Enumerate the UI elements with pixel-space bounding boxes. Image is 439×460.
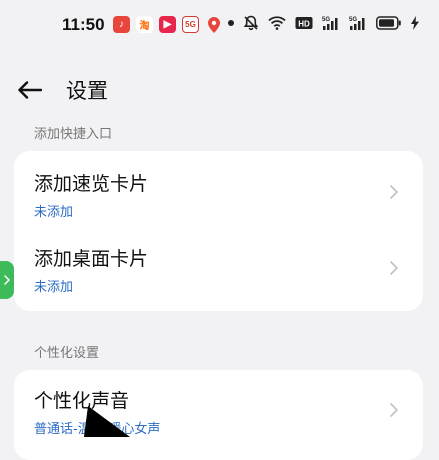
status-bar: 11:50 ♪ 淘 ▶ 5G HD 5G 5G <box>0 0 439 54</box>
chevron-right-icon <box>390 261 398 275</box>
hd-voice-icon: HD <box>295 16 313 30</box>
mute-bell-icon <box>243 15 259 31</box>
video-app-icon: ▶ <box>159 16 176 33</box>
chevron-right-icon <box>4 275 10 285</box>
wifi-icon <box>268 16 286 30</box>
signal-4g-icon: 5G <box>349 15 367 31</box>
status-time: 11:50 <box>62 15 105 34</box>
chevron-right-icon <box>390 185 398 199</box>
quick-card-title: 添加速览卡片 <box>34 173 149 195</box>
music-app-icon: ♪ <box>113 16 130 33</box>
battery-icon <box>376 16 402 30</box>
notification-app-icons: ♪ 淘 ▶ 5G <box>113 16 222 33</box>
svg-text:5G: 5G <box>349 17 357 23</box>
map-pin-app-icon <box>205 16 222 33</box>
voice-row[interactable]: 个性化声音 普通话-温暖-暖心女声 <box>14 370 423 444</box>
floating-side-handle[interactable] <box>0 261 14 299</box>
page-title: 设置 <box>66 79 108 103</box>
signal-5g-icon: 5G <box>322 15 340 31</box>
section-label-personal: 个性化设置 <box>34 346 100 361</box>
personal-card: 个性化声音 普通话-温暖-暖心女声 <box>14 370 423 460</box>
dot-indicator-icon <box>228 20 234 26</box>
shortcut-card: 添加速览卡片 未添加 添加桌面卡片 未添加 <box>14 151 423 311</box>
charging-bolt-icon <box>411 16 419 30</box>
game-app-icon: 5G <box>182 16 199 33</box>
desktop-card-title: 添加桌面卡片 <box>34 248 149 270</box>
settings-header: 设置 <box>0 66 439 114</box>
taobao-icon: 淘 <box>136 16 153 33</box>
system-icons: HD 5G 5G <box>228 15 419 31</box>
pointer-cursor-icon <box>84 406 130 437</box>
quick-card-row[interactable]: 添加速览卡片 未添加 <box>14 151 423 225</box>
section-label-shortcut: 添加快捷入口 <box>34 127 113 142</box>
quick-card-status: 未添加 <box>34 205 74 220</box>
back-arrow-icon <box>18 81 42 99</box>
chevron-right-icon <box>390 403 398 417</box>
svg-text:HD: HD <box>298 20 310 29</box>
desktop-card-row[interactable]: 添加桌面卡片 未添加 <box>14 227 423 301</box>
svg-text:5G: 5G <box>322 17 330 23</box>
desktop-card-status: 未添加 <box>34 280 74 295</box>
back-button[interactable] <box>14 74 46 106</box>
